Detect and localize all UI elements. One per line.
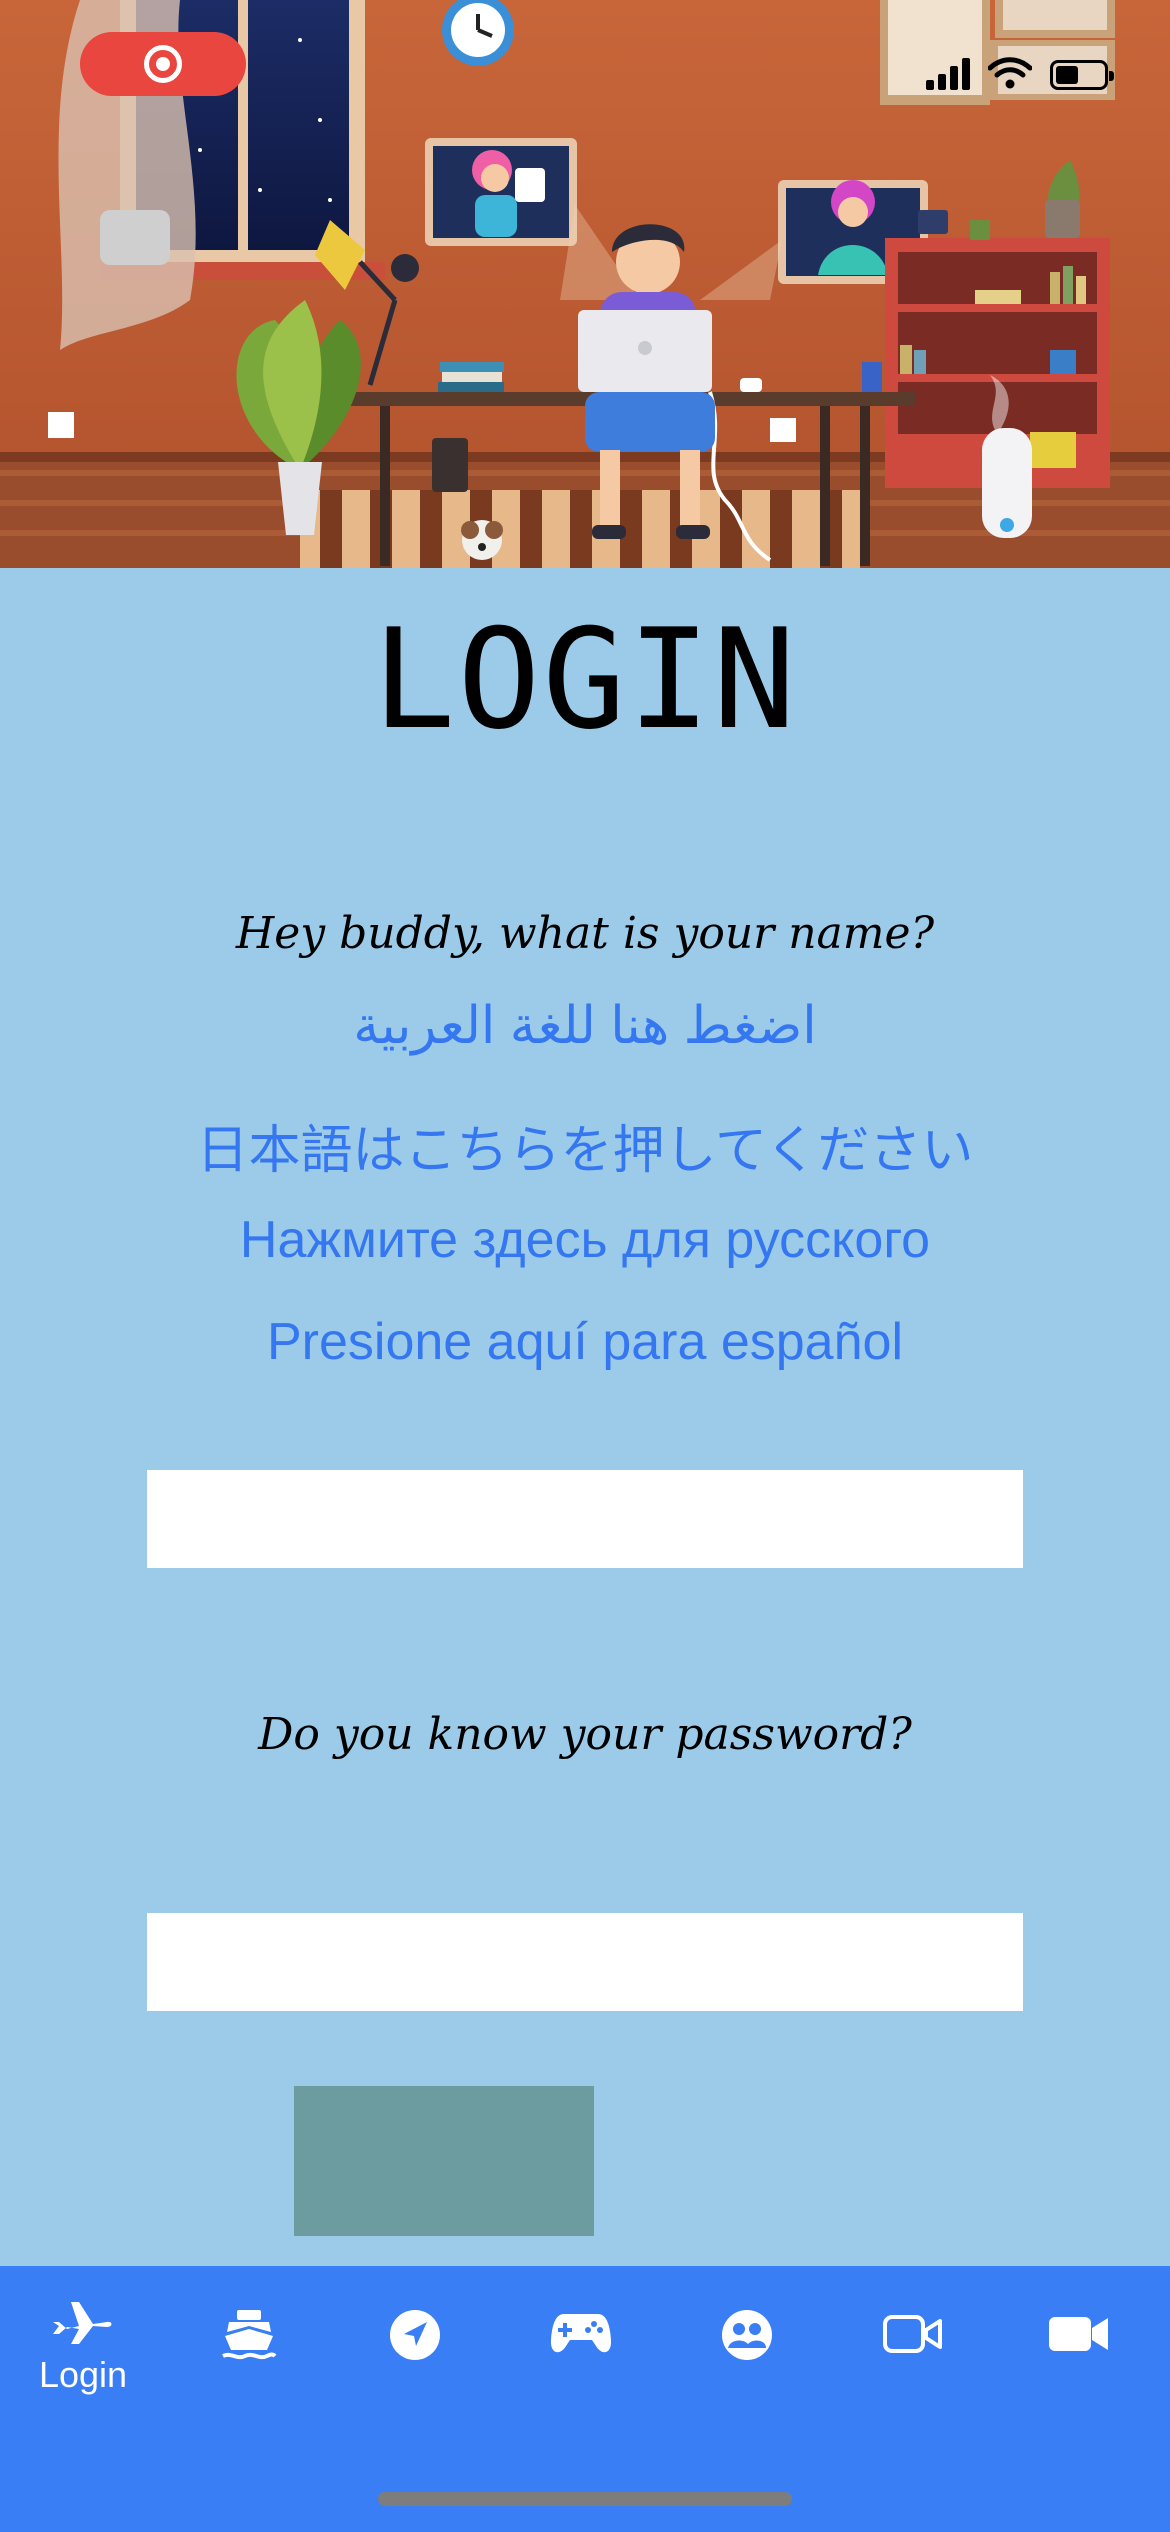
- login-button[interactable]: [294, 2086, 594, 2236]
- tab-navigation[interactable]: [332, 2296, 498, 2406]
- status-bar-icons: [926, 46, 1114, 90]
- video-outline-icon: [883, 2315, 942, 2353]
- arabic-language-link[interactable]: اضغط هنا للغة العربية: [0, 996, 1170, 1056]
- password-input[interactable]: [147, 1913, 1023, 2011]
- spanish-language-link[interactable]: Presione aquí para español: [0, 1312, 1170, 1372]
- battery-icon: [1050, 60, 1114, 90]
- tab-login[interactable]: Login: [0, 2296, 166, 2406]
- tab-login-label: Login: [38, 2354, 128, 2395]
- tab-video[interactable]: [996, 2296, 1162, 2406]
- screen-recording-indicator[interactable]: [80, 32, 246, 96]
- hero-illustration: [0, 0, 1170, 568]
- gamepad-icon: [550, 2314, 612, 2353]
- record-icon: [144, 45, 182, 83]
- boat-icon: [222, 2310, 277, 2360]
- airplane-icon: [53, 2302, 112, 2344]
- name-input[interactable]: [147, 1470, 1023, 1568]
- tab-video-call[interactable]: [830, 2296, 996, 2406]
- people-icon: [722, 2310, 772, 2360]
- russian-language-link[interactable]: Нажмите здесь для русского: [0, 1210, 1170, 1270]
- tab-games[interactable]: [498, 2296, 664, 2406]
- password-prompt: Do you know your password?: [258, 1709, 912, 1760]
- japanese-language-link[interactable]: 日本語はこちらを押してください: [0, 1108, 1170, 1183]
- tab-boat[interactable]: [166, 2296, 332, 2406]
- navigation-arrow-icon: [390, 2310, 440, 2360]
- tab-people[interactable]: [664, 2296, 830, 2406]
- video-filled-icon: [1049, 2317, 1108, 2351]
- name-prompt: Hey buddy, what is your name?: [235, 908, 935, 959]
- page-title: LOGIN: [372, 599, 798, 760]
- wifi-icon: [988, 57, 1032, 89]
- home-indicator: [378, 2492, 792, 2506]
- cellular-signal-icon: [926, 54, 970, 90]
